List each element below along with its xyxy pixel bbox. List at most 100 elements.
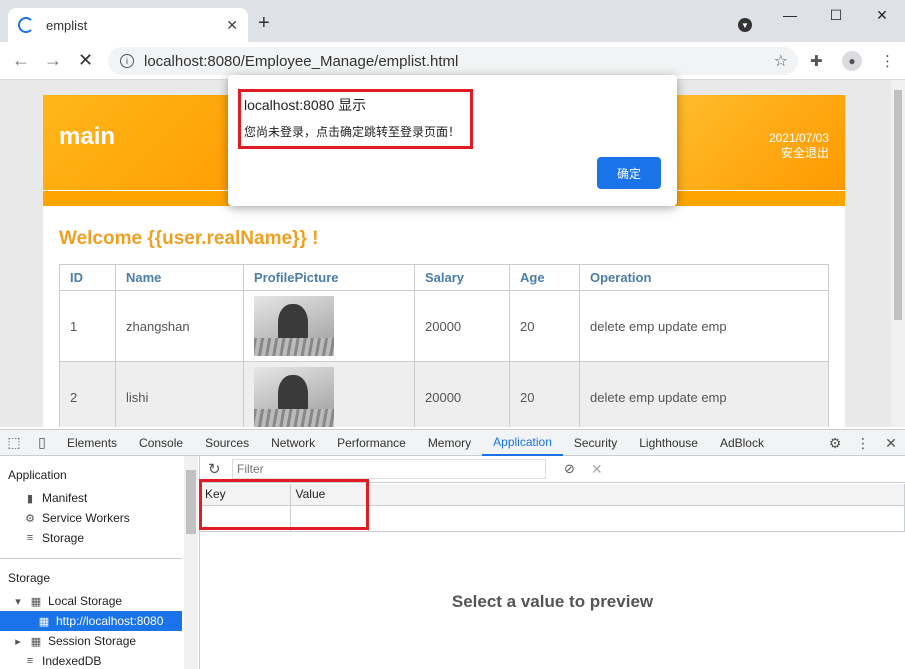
update-emp-link[interactable]: update emp <box>658 390 727 405</box>
delete-selected-icon[interactable]: ✕ <box>591 461 603 478</box>
gear-icon: ⚙ <box>25 512 35 525</box>
cell-id: 2 <box>59 361 116 427</box>
new-tab-icon[interactable]: + <box>258 12 270 35</box>
devtools-close-icon[interactable]: ✕ <box>877 435 905 452</box>
site-info-icon[interactable]: i <box>120 54 134 68</box>
minimize-icon[interactable]: — <box>767 0 813 30</box>
tab-elements[interactable]: Elements <box>56 430 128 456</box>
window-close-icon[interactable]: ✕ <box>859 0 905 30</box>
cell-age: 20 <box>509 290 580 362</box>
database-icon: ≡ <box>26 532 34 544</box>
address-bar[interactable]: i localhost:8080/Employee_Manage/emplist… <box>108 47 798 75</box>
alert-ok-button[interactable]: 确定 <box>597 157 661 189</box>
more-options-icon[interactable]: ⋮ <box>849 435 877 452</box>
sidebar-item-label: http://localhost:8080 <box>56 614 164 628</box>
col-operation: Operation <box>579 264 829 291</box>
col-id: ID <box>59 264 116 291</box>
forward-icon[interactable]: → <box>44 50 62 71</box>
header-info: 2021/07/03 安全退出 <box>769 131 829 161</box>
cell-filler <box>368 505 905 532</box>
tab-console[interactable]: Console <box>128 430 194 456</box>
column-filler <box>368 484 905 506</box>
sidebar-item-label: Session Storage <box>48 634 137 648</box>
preview-placeholder: Select a value to preview <box>451 592 654 611</box>
filter-input[interactable] <box>232 459 546 479</box>
sidebar-section-application: Application <box>8 468 67 482</box>
maximize-icon[interactable]: ☐ <box>813 0 859 30</box>
sidebar-item-indexeddb[interactable]: ≡ IndexedDB <box>24 654 102 668</box>
sidebar-item-service-workers[interactable]: ⚙ Service Workers <box>24 511 130 525</box>
back-icon[interactable]: ← <box>12 50 30 71</box>
grid-icon: ▦ <box>30 595 42 608</box>
welcome-heading: Welcome {{user.realName}} ! <box>59 228 319 249</box>
file-icon: ▮ <box>26 492 34 505</box>
sidebar-item-label: IndexedDB <box>42 654 102 668</box>
tab-search-icon[interactable]: ▼ <box>738 18 752 32</box>
cell-salary: 20000 <box>414 361 510 427</box>
tab-memory[interactable]: Memory <box>417 430 482 456</box>
chevron-right-icon[interactable]: ▸ <box>12 635 24 648</box>
tab-adblock[interactable]: AdBlock <box>709 430 775 456</box>
cell-age: 20 <box>509 361 580 427</box>
tab-security[interactable]: Security <box>563 430 628 456</box>
inspect-element-icon[interactable]: ⬚ <box>0 434 28 451</box>
sidebar-scroll-thumb[interactable] <box>186 470 196 534</box>
sidebar-item-storage[interactable]: ≡ Storage <box>24 531 84 545</box>
sidebar-divider <box>0 558 182 559</box>
tab-performance[interactable]: Performance <box>326 430 417 456</box>
sidebar-item-label: Storage <box>42 531 85 545</box>
col-salary: Salary <box>414 264 510 291</box>
browser-tab[interactable]: emplist ✕ <box>8 8 248 42</box>
sidebar-scrollbar[interactable] <box>184 456 198 669</box>
chevron-down-icon[interactable]: ▾ <box>12 595 24 608</box>
sidebar-item-session-storage[interactable]: ▸ ▦ Session Storage <box>12 634 136 648</box>
url-text: localhost:8080/Employee_Manage/emplist.h… <box>144 52 459 70</box>
tab-lighthouse[interactable]: Lighthouse <box>628 430 709 456</box>
page-scrollbar[interactable] <box>891 80 905 427</box>
extensions-icon[interactable]: ✚ <box>810 52 823 70</box>
table-row: 1 zhangshan 20000 20 delete emp update e… <box>59 290 829 362</box>
browser-tabstrip: emplist ✕ + ▼ — ☐ ✕ <box>0 0 905 42</box>
device-toolbar-icon[interactable]: ▯ <box>28 434 56 451</box>
col-name: Name <box>115 264 244 291</box>
tab-network[interactable]: Network <box>260 430 326 456</box>
settings-gear-icon[interactable]: ⚙ <box>821 435 849 452</box>
delete-emp-link[interactable]: delete emp <box>590 319 654 334</box>
sidebar-item-label: Local Storage <box>48 594 123 608</box>
col-picture: ProfilePicture <box>243 264 415 291</box>
tab-title: emplist <box>46 17 88 33</box>
menu-icon[interactable]: ⋮ <box>880 52 895 70</box>
tab-sources[interactable]: Sources <box>194 430 260 456</box>
clear-all-icon[interactable]: ⊘ <box>564 461 575 477</box>
cell-name: zhangshan <box>115 290 244 362</box>
database-icon: ≡ <box>26 655 34 667</box>
cell-id: 1 <box>59 290 116 362</box>
sidebar-section-storage: Storage <box>8 571 51 585</box>
cell-name: lishi <box>115 361 244 427</box>
devtools-sidebar: Application ▮ Manifest ⚙ Service Workers ≡… <box>0 456 200 669</box>
page-scroll-thumb[interactable] <box>894 90 902 320</box>
brand-title: main <box>59 123 116 150</box>
col-age: Age <box>509 264 580 291</box>
sidebar-item-local-storage[interactable]: ▾ ▦ Local Storage <box>12 594 122 608</box>
delete-emp-link[interactable]: delete emp <box>590 390 654 405</box>
profile-picture <box>254 367 334 427</box>
sidebar-item-localhost[interactable]: ▦ http://localhost:8080 <box>38 614 164 628</box>
tab-close-icon[interactable]: ✕ <box>226 17 238 34</box>
devtools-tabbar: ⬚ ▯ Elements Console Sources Network Per… <box>0 429 905 456</box>
profile-icon[interactable]: ● <box>842 51 862 71</box>
stop-icon[interactable]: ✕ <box>78 50 93 71</box>
sidebar-item-label: Service Workers <box>42 511 130 525</box>
sidebar-item-manifest[interactable]: ▮ Manifest <box>24 491 87 505</box>
sidebar-item-label: Manifest <box>42 491 88 505</box>
update-emp-link[interactable]: update emp <box>658 319 727 334</box>
loading-icon <box>18 17 34 33</box>
logout-link[interactable]: 安全退出 <box>769 146 829 161</box>
grid-icon: ▦ <box>38 615 50 628</box>
highlight-box-alert <box>238 89 473 149</box>
cell-salary: 20000 <box>414 290 510 362</box>
bookmark-star-icon[interactable]: ☆ <box>774 51 788 71</box>
refresh-icon[interactable]: ↻ <box>208 460 226 478</box>
table-row: 2 lishi 20000 20 delete emp update emp <box>59 361 829 427</box>
tab-application[interactable]: Application <box>482 430 563 456</box>
